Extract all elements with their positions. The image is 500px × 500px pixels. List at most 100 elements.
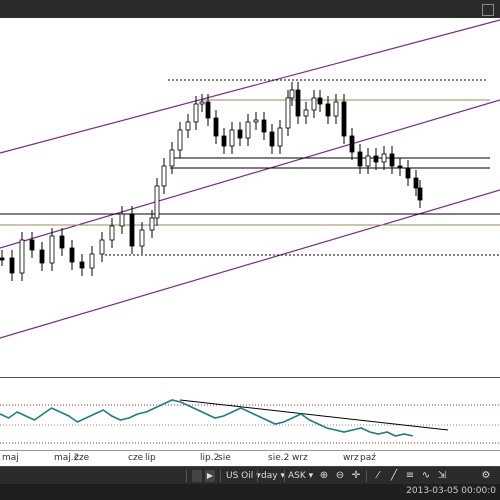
candle-body[interactable] [119, 213, 125, 227]
chart-toolbar: ▶ US Oil ▾ day ▾ ASK ▾ ⊕ ⊖ ✛ ⁄ ╱ ≡ ∿ ⇲ ⚙ [0, 466, 500, 485]
symbol-selector[interactable]: US Oil ▾ [226, 470, 261, 482]
x-axis-label: maj [2, 453, 19, 463]
candle-body[interactable] [389, 153, 395, 167]
x-axis-label: sie.2 [268, 453, 290, 463]
candle-body[interactable] [365, 155, 371, 167]
channel-lower-line[interactable] [0, 189, 500, 339]
candle-body[interactable] [9, 257, 15, 274]
candle-body[interactable] [213, 117, 219, 137]
toolbar-separator [186, 470, 187, 482]
x-axis-label: wrz [292, 453, 308, 463]
x-axis-label: sie [218, 453, 231, 463]
candle-body[interactable] [99, 239, 105, 255]
chart-tool-icon[interactable]: ∿ [420, 470, 432, 482]
interval-selector[interactable]: day ▾ [261, 470, 285, 482]
candle-body[interactable] [229, 129, 235, 147]
indicator-svg [0, 399, 500, 444]
toolbar-button[interactable] [192, 470, 202, 482]
close-icon[interactable] [482, 4, 494, 16]
toolbar-separator [366, 470, 367, 482]
chart-window: maj maj.2 cze cze lip lip.2 sie sie.2 wr… [0, 0, 500, 500]
candle-body[interactable] [289, 89, 295, 99]
candle-body[interactable] [417, 187, 423, 201]
candle-body[interactable] [295, 89, 301, 117]
candle-body[interactable] [109, 225, 115, 241]
candle-body[interactable] [161, 165, 167, 187]
candle-body[interactable] [311, 97, 317, 111]
candle-body[interactable] [169, 149, 175, 167]
candle-body[interactable] [381, 153, 387, 163]
candle-body[interactable] [29, 239, 35, 251]
candle-body[interactable] [19, 239, 25, 274]
chart-tool-icon[interactable]: ╱ [388, 470, 400, 482]
indicator-trendline[interactable] [179, 399, 449, 431]
candle-body[interactable] [205, 101, 211, 119]
x-axis: maj maj.2 cze cze lip lip.2 sie sie.2 wr… [0, 450, 500, 467]
candle-body[interactable] [245, 121, 251, 139]
candle-body[interactable] [325, 103, 331, 117]
candle-body[interactable] [185, 121, 191, 131]
chart-tool-icon[interactable]: ⇲ [436, 470, 448, 482]
candle-body[interactable] [303, 109, 309, 117]
candle-body[interactable] [413, 177, 419, 189]
candle-body[interactable] [59, 235, 65, 249]
oscillator-line [0, 399, 413, 437]
candle-body[interactable] [221, 135, 227, 147]
dropdown-arrow-icon: ▾ [308, 471, 314, 481]
x-axis-label: wrz [343, 453, 359, 463]
settings-icon[interactable]: ⚙ [480, 470, 492, 482]
status-timestamp: 2013-03-05 00:00:0 [406, 486, 496, 496]
indicator-panel[interactable] [0, 378, 500, 450]
scroll-right-icon[interactable]: ▶ [205, 470, 215, 482]
candle-body[interactable] [373, 155, 379, 163]
candle-body[interactable] [0, 257, 5, 261]
crosshair-icon[interactable]: ✛ [350, 470, 362, 482]
chart-tool-icon[interactable]: ⁄ [372, 470, 384, 482]
interval-label: day [261, 471, 278, 481]
price-type-label: ASK [288, 471, 306, 481]
candle-body[interactable] [69, 247, 75, 263]
x-axis-label: lip [145, 453, 156, 463]
candle-body[interactable] [79, 261, 85, 269]
candle-body[interactable] [39, 249, 45, 264]
status-bar: 2013-03-05 00:00:0 [0, 484, 500, 500]
toolbar-separator [220, 470, 221, 482]
candle-body[interactable] [349, 135, 355, 153]
candle-body[interactable] [129, 213, 135, 247]
candle-body[interactable] [317, 97, 323, 105]
candle-body[interactable] [285, 97, 291, 129]
toolbar-separator [284, 470, 285, 482]
candle-body[interactable] [193, 103, 199, 123]
candle-body[interactable] [89, 253, 95, 269]
candlestick-series [0, 82, 423, 281]
price-type-selector[interactable]: ASK ▾ [288, 470, 313, 482]
candle-body[interactable] [357, 151, 363, 167]
x-axis-label: lip.2 [200, 453, 220, 463]
candle-body[interactable] [261, 119, 267, 133]
zoom-in-icon[interactable]: ⊕ [318, 470, 330, 482]
candle-body[interactable] [149, 217, 155, 231]
price-chart-svg [0, 19, 500, 339]
candle-body[interactable] [237, 129, 243, 139]
price-chart-panel[interactable] [0, 18, 500, 378]
candle-body[interactable] [177, 129, 183, 151]
window-titlebar [0, 0, 500, 19]
toolbar-separator [257, 470, 258, 482]
x-axis-label: cze [74, 453, 90, 463]
x-axis-label: cze [128, 453, 144, 463]
candle-body[interactable] [139, 229, 145, 247]
candle-body[interactable] [253, 119, 259, 123]
candle-body[interactable] [397, 165, 403, 169]
candle-body[interactable] [341, 101, 347, 137]
candle-body[interactable] [269, 131, 275, 147]
candle-body[interactable] [405, 167, 411, 179]
candle-body[interactable] [277, 127, 283, 147]
symbol-label: US Oil [226, 471, 254, 481]
candle-body[interactable] [199, 101, 205, 105]
chart-tool-icon[interactable]: ≡ [404, 470, 416, 482]
candle-body[interactable] [333, 101, 339, 117]
zoom-out-icon[interactable]: ⊖ [334, 470, 346, 482]
candle-body[interactable] [154, 185, 160, 219]
x-axis-label: paź [360, 453, 376, 463]
candle-body[interactable] [49, 235, 55, 264]
